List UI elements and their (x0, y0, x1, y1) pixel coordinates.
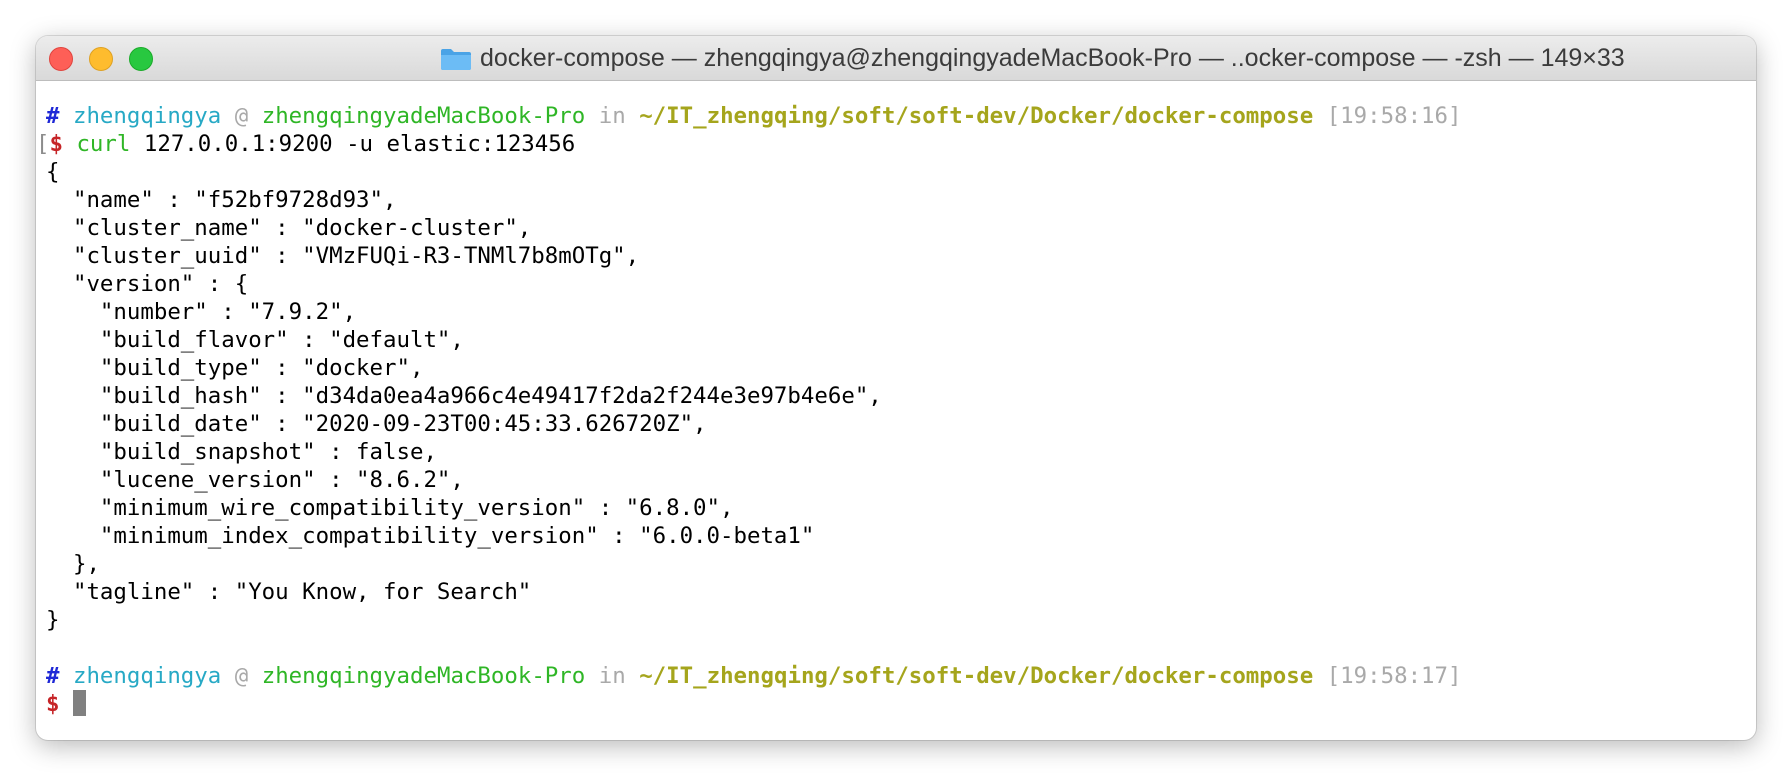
terminal-content[interactable]: # zhengqingya @ zhengqingyadeMacBook-Pro… (36, 82, 1756, 740)
prompt-at: @ (234, 103, 249, 129)
text-cursor[interactable] (72, 690, 86, 716)
command-name: curl (76, 131, 131, 157)
output-line: "build_snapshot" : false, (46, 439, 437, 465)
prompt-user: zhengqingya (72, 103, 222, 129)
terminal-window: docker-compose — zhengqingya@zhengqingya… (36, 36, 1756, 740)
prompt-dollar: $ (46, 691, 60, 717)
close-button[interactable] (49, 47, 73, 71)
prompt-dollar: $ (49, 131, 63, 157)
prompt-in: in (598, 103, 626, 129)
output-line: "cluster_uuid" : "VMzFUQi-R3-TNMl7b8mOTg… (46, 243, 640, 269)
output-line: "build_flavor" : "default", (46, 327, 464, 353)
output-line: "build_type" : "docker", (46, 355, 424, 381)
prompt-time: [19:58:17] (1326, 663, 1462, 689)
output-line: "build_date" : "2020-09-23T00:45:33.6267… (46, 411, 707, 437)
command-args: 127.0.0.1:9200 -u elastic:123456 (143, 131, 576, 157)
command-bracket: [ (36, 131, 50, 157)
output-line: "tagline" : "You Know, for Search" (46, 579, 532, 605)
output-line: "minimum_index_compatibility_version" : … (46, 523, 815, 549)
folder-icon (440, 47, 472, 71)
output-line: "cluster_name" : "docker-cluster", (46, 215, 532, 241)
input-line[interactable]: $ (46, 690, 86, 718)
output-line: "version" : { (46, 271, 249, 297)
prompt-path: ~/IT_zhengqing/soft/soft-dev/Docker/dock… (639, 103, 1314, 129)
prompt-line: # zhengqingya @ zhengqingyadeMacBook-Pro… (46, 102, 1462, 130)
prompt-at: @ (234, 663, 249, 689)
prompt-user: zhengqingya (72, 663, 222, 689)
title-bar[interactable]: docker-compose — zhengqingya@zhengqingya… (36, 36, 1756, 81)
minimize-button[interactable] (89, 47, 113, 71)
prompt-host: zhengqingyadeMacBook-Pro (261, 103, 586, 129)
output-line: "number" : "7.9.2", (46, 299, 357, 325)
output-line: } (46, 607, 60, 633)
output-line: { (46, 159, 60, 185)
window-title: docker-compose — zhengqingya@zhengqingya… (440, 36, 1625, 81)
output-line: "name" : "f52bf9728d93", (46, 187, 397, 213)
output-line: "minimum_wire_compatibility_version" : "… (46, 495, 734, 521)
prompt-host: zhengqingyadeMacBook-Pro (261, 663, 586, 689)
output-line: "lucene_version" : "8.6.2", (46, 467, 464, 493)
output-line: "build_hash" : "d34da0ea4a966c4e49417f2d… (46, 383, 882, 409)
zoom-button[interactable] (129, 47, 153, 71)
output-line: }, (46, 551, 100, 577)
prompt-hash: # (46, 103, 60, 129)
prompt-path: ~/IT_zhengqing/soft/soft-dev/Docker/dock… (639, 663, 1314, 689)
prompt-in: in (598, 663, 626, 689)
command-line: [$ curl 127.0.0.1:9200 -u elastic:123456 (36, 130, 575, 158)
prompt-time: [19:58:16] (1326, 103, 1462, 129)
prompt-hash: # (46, 663, 60, 689)
prompt-line: # zhengqingya @ zhengqingyadeMacBook-Pro… (46, 662, 1462, 690)
window-title-text: docker-compose — zhengqingya@zhengqingya… (480, 44, 1625, 72)
